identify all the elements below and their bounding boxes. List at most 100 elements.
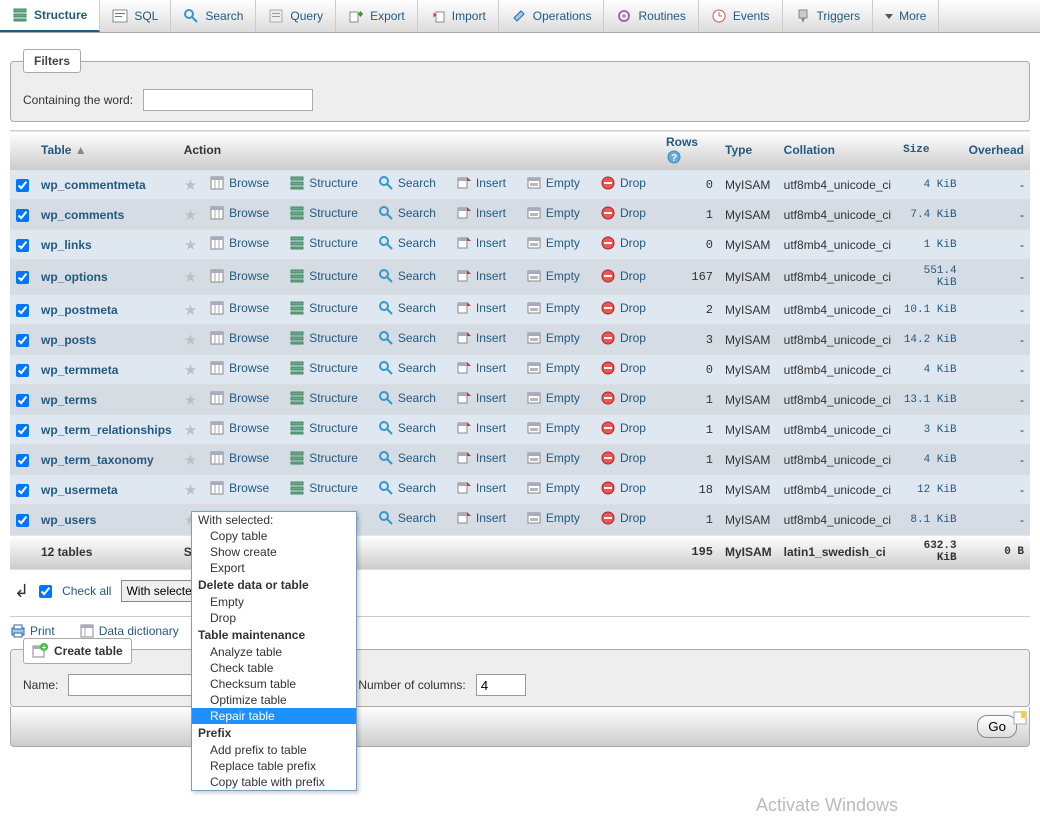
row-checkbox[interactable] bbox=[16, 239, 29, 252]
empty-action[interactable]: Empty bbox=[526, 420, 580, 436]
insert-action[interactable]: Insert bbox=[456, 360, 506, 376]
table-name-link[interactable]: wp_postmeta bbox=[41, 303, 118, 317]
table-name-link[interactable]: wp_usermeta bbox=[41, 483, 118, 497]
row-checkbox[interactable] bbox=[16, 304, 29, 317]
search-action[interactable]: Search bbox=[378, 480, 436, 496]
col-size[interactable]: Size bbox=[897, 131, 963, 170]
browse-action[interactable]: Browse bbox=[209, 300, 269, 316]
row-checkbox[interactable] bbox=[16, 271, 29, 284]
drop-action[interactable]: Drop bbox=[600, 480, 646, 496]
empty-action[interactable]: Empty bbox=[526, 268, 580, 284]
drop-action[interactable]: Drop bbox=[600, 235, 646, 251]
size[interactable]: 8.1 KiB bbox=[897, 505, 963, 535]
row-checkbox[interactable] bbox=[16, 454, 29, 467]
print-link[interactable]: Print bbox=[10, 623, 55, 639]
row-checkbox[interactable] bbox=[16, 514, 29, 527]
structure-action[interactable]: Structure bbox=[289, 175, 358, 191]
col-rows[interactable]: Rows ? bbox=[660, 131, 719, 170]
checkall-checkbox[interactable] bbox=[39, 585, 52, 598]
size[interactable]: 1 KiB bbox=[897, 230, 963, 260]
col-overhead[interactable]: Overhead bbox=[963, 131, 1030, 170]
size[interactable]: 13.1 KiB bbox=[897, 385, 963, 415]
empty-action[interactable]: Empty bbox=[526, 175, 580, 191]
browse-action[interactable]: Browse bbox=[209, 268, 269, 284]
menu-option[interactable]: Replace table prefix bbox=[192, 758, 356, 774]
tab-structure[interactable]: Structure bbox=[0, 0, 100, 32]
menu-option[interactable]: Copy table bbox=[192, 528, 356, 544]
size[interactable]: 4 KiB bbox=[897, 445, 963, 475]
search-action[interactable]: Search bbox=[378, 175, 436, 191]
tab-export[interactable]: Export bbox=[336, 0, 418, 32]
structure-action[interactable]: Structure bbox=[289, 205, 358, 221]
menu-option[interactable]: Analyze table bbox=[192, 644, 356, 660]
favorite-icon[interactable]: ★ bbox=[184, 362, 197, 379]
col-collation[interactable]: Collation bbox=[778, 131, 897, 170]
data-dictionary-link[interactable]: Data dictionary bbox=[79, 623, 179, 639]
col-type[interactable]: Type bbox=[719, 131, 778, 170]
menu-option[interactable]: Empty bbox=[192, 594, 356, 610]
empty-action[interactable]: Empty bbox=[526, 205, 580, 221]
insert-action[interactable]: Insert bbox=[456, 390, 506, 406]
browse-action[interactable]: Browse bbox=[209, 205, 269, 221]
drop-action[interactable]: Drop bbox=[600, 360, 646, 376]
bookmark-icon[interactable] bbox=[1012, 710, 1028, 726]
structure-action[interactable]: Structure bbox=[289, 480, 358, 496]
search-action[interactable]: Search bbox=[378, 360, 436, 376]
favorite-icon[interactable]: ★ bbox=[184, 177, 197, 194]
size[interactable]: 7.4 KiB bbox=[897, 200, 963, 230]
structure-action[interactable]: Structure bbox=[289, 390, 358, 406]
insert-action[interactable]: Insert bbox=[456, 480, 506, 496]
structure-action[interactable]: Structure bbox=[289, 268, 358, 284]
favorite-icon[interactable]: ★ bbox=[184, 302, 197, 319]
browse-action[interactable]: Browse bbox=[209, 390, 269, 406]
tab-import[interactable]: Import bbox=[418, 0, 499, 32]
insert-action[interactable]: Insert bbox=[456, 420, 506, 436]
tab-query[interactable]: Query bbox=[256, 0, 336, 32]
size[interactable]: 3 KiB bbox=[897, 415, 963, 445]
search-action[interactable]: Search bbox=[378, 235, 436, 251]
browse-action[interactable]: Browse bbox=[209, 360, 269, 376]
favorite-icon[interactable]: ★ bbox=[184, 332, 197, 349]
structure-action[interactable]: Structure bbox=[289, 420, 358, 436]
menu-option[interactable]: Copy table with prefix bbox=[192, 774, 356, 790]
menu-option[interactable]: Repair table bbox=[192, 708, 356, 724]
row-checkbox[interactable] bbox=[16, 364, 29, 377]
browse-action[interactable]: Browse bbox=[209, 235, 269, 251]
row-checkbox[interactable] bbox=[16, 484, 29, 497]
menu-option[interactable]: Optimize table bbox=[192, 692, 356, 708]
empty-action[interactable]: Empty bbox=[526, 235, 580, 251]
favorite-icon[interactable]: ★ bbox=[184, 422, 197, 439]
size[interactable]: 12 KiB bbox=[897, 475, 963, 505]
search-action[interactable]: Search bbox=[378, 510, 436, 526]
structure-action[interactable]: Structure bbox=[289, 300, 358, 316]
drop-action[interactable]: Drop bbox=[600, 268, 646, 284]
menu-option[interactable]: With selected: bbox=[192, 512, 356, 528]
empty-action[interactable]: Empty bbox=[526, 300, 580, 316]
table-name-link[interactable]: wp_term_taxonomy bbox=[41, 453, 154, 467]
size[interactable]: 10.1 KiB bbox=[897, 295, 963, 325]
drop-action[interactable]: Drop bbox=[600, 330, 646, 346]
browse-action[interactable]: Browse bbox=[209, 420, 269, 436]
browse-action[interactable]: Browse bbox=[209, 330, 269, 346]
drop-action[interactable]: Drop bbox=[600, 420, 646, 436]
menu-option[interactable]: Checksum table bbox=[192, 676, 356, 692]
search-action[interactable]: Search bbox=[378, 420, 436, 436]
tab-events[interactable]: Events bbox=[699, 0, 783, 32]
empty-action[interactable]: Empty bbox=[526, 510, 580, 526]
table-name-link[interactable]: wp_comments bbox=[41, 208, 124, 222]
table-name-link[interactable]: wp_links bbox=[41, 238, 92, 252]
row-checkbox[interactable] bbox=[16, 179, 29, 192]
table-name-link[interactable]: wp_termmeta bbox=[41, 363, 118, 377]
favorite-icon[interactable]: ★ bbox=[184, 207, 197, 224]
insert-action[interactable]: Insert bbox=[456, 268, 506, 284]
row-checkbox[interactable] bbox=[16, 424, 29, 437]
table-name-link[interactable]: wp_terms bbox=[41, 393, 97, 407]
table-name-link[interactable]: wp_commentmeta bbox=[41, 178, 146, 192]
menu-option[interactable]: Add prefix to table bbox=[192, 742, 356, 758]
table-name-link[interactable]: wp_term_relationships bbox=[41, 423, 172, 437]
insert-action[interactable]: Insert bbox=[456, 205, 506, 221]
search-action[interactable]: Search bbox=[378, 268, 436, 284]
favorite-icon[interactable]: ★ bbox=[184, 237, 197, 254]
favorite-icon[interactable]: ★ bbox=[184, 482, 197, 499]
search-action[interactable]: Search bbox=[378, 205, 436, 221]
